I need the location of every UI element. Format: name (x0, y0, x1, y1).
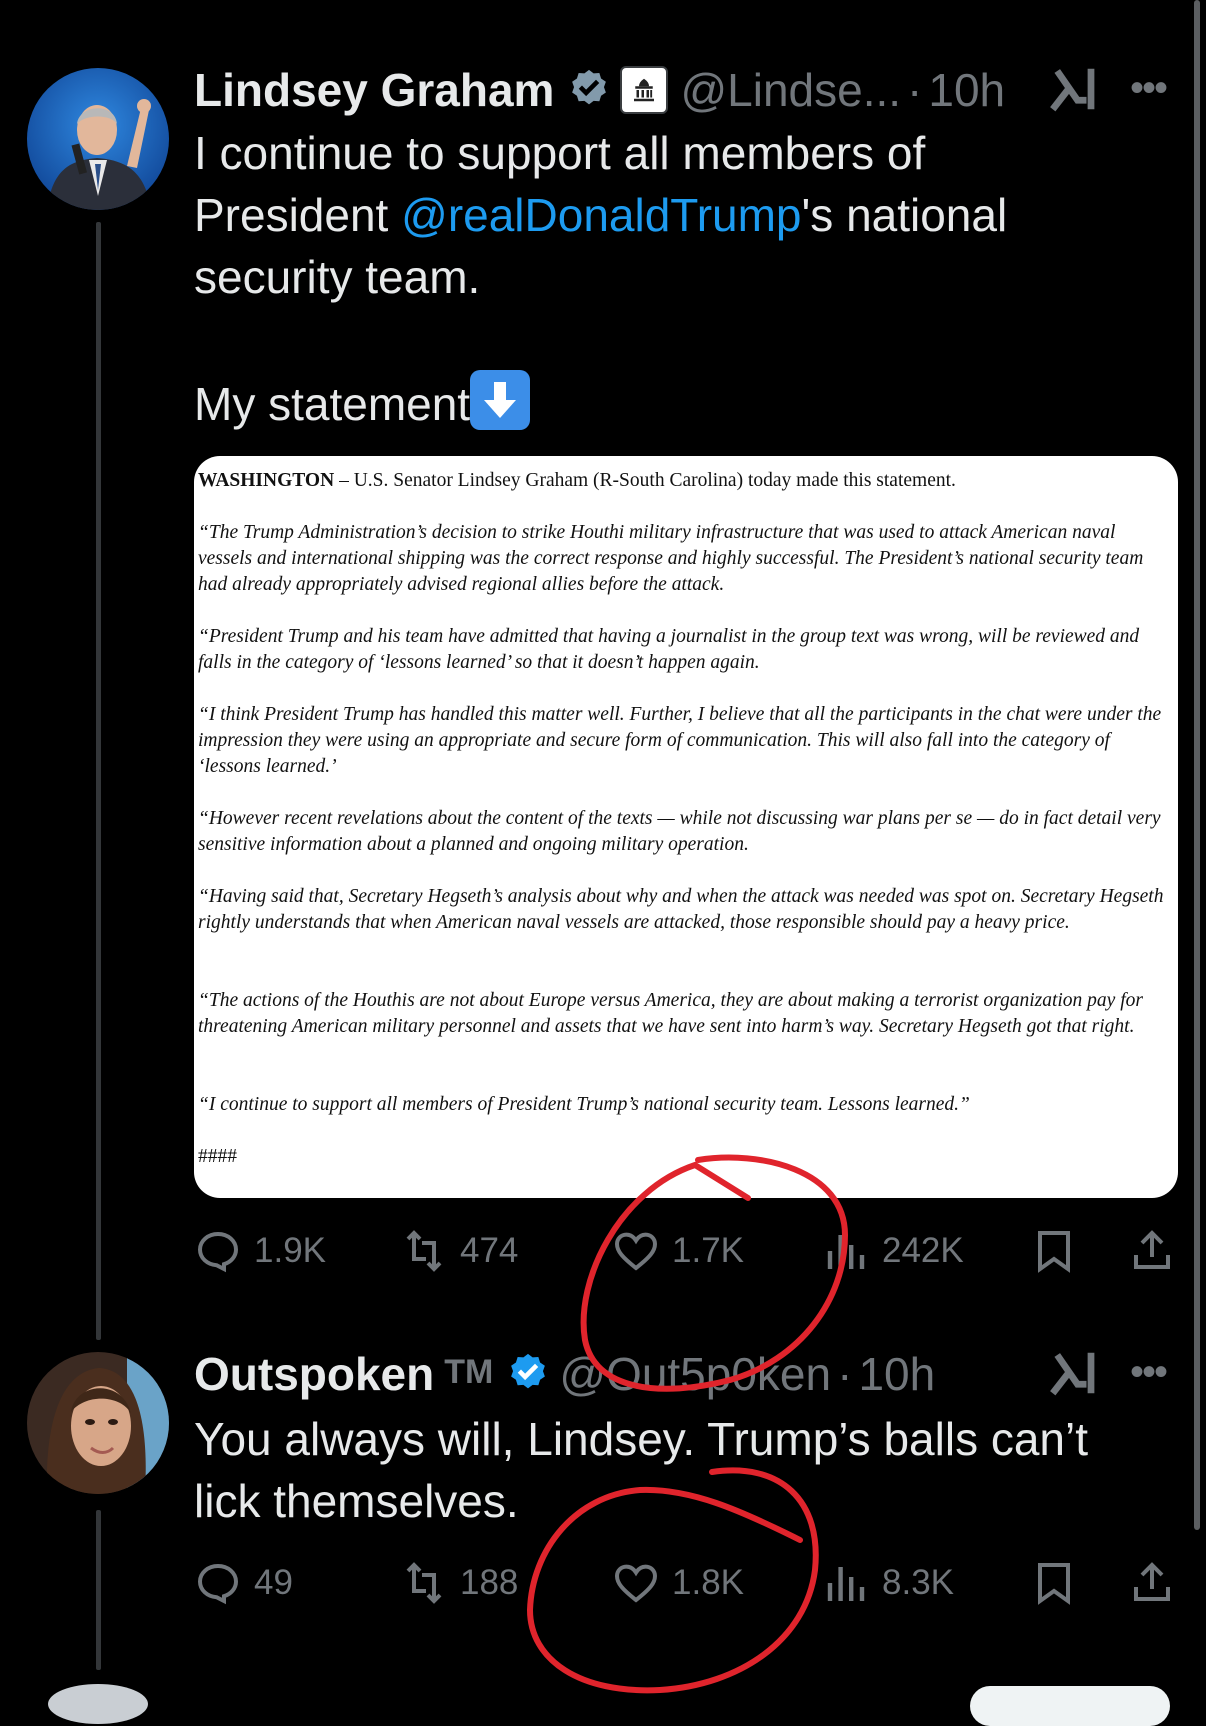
reply-count: 1.9K (254, 1231, 326, 1270)
views-button[interactable]: 242K (822, 1216, 964, 1286)
bookmark-icon (1038, 1231, 1070, 1273)
statement-image[interactable]: WASHINGTON – U.S. Senator Lindsey Graham… (194, 456, 1178, 1198)
doc-paragraph: “I think President Trump has handled thi… (198, 704, 1162, 777)
doc-lead-text: – U.S. Senator Lindsey Graham (R-South C… (334, 470, 956, 491)
doc-paragraph: “However recent revelations about the co… (198, 808, 1161, 855)
like-icon (614, 1564, 658, 1603)
text-fragment: My statement (194, 378, 471, 430)
tweet-text-line: President @realDonaldTrump's national (194, 184, 1007, 246)
verified-badge-icon[interactable] (505, 1351, 551, 1397)
share-icon (1134, 1230, 1170, 1269)
repost-icon (406, 1562, 442, 1604)
bookmark-icon (1038, 1563, 1070, 1605)
doc-paragraph: “The Trump Administration’s decision to … (198, 522, 1144, 595)
doc-lead: WASHINGTON – U.S. Senator Lindsey Graham… (198, 468, 1174, 494)
repost-icon (406, 1230, 442, 1272)
more-icon[interactable]: ••• (1130, 66, 1168, 111)
doc-paragraph: “President Trump and his team have admit… (198, 626, 1140, 673)
thread-line (96, 1510, 101, 1670)
tweet-actions: 1.9K 474 1.7K 242K (194, 1216, 1170, 1286)
tweet-actions: 49 188 1.8K 8.3K (194, 1548, 1170, 1618)
verified-badge-icon[interactable] (566, 67, 612, 113)
doc-end-mark: #### (198, 1146, 237, 1167)
repost-count: 474 (460, 1231, 519, 1270)
author-handle[interactable]: @Out5p0ken (559, 1347, 831, 1401)
views-button[interactable]: 8.3K (822, 1548, 954, 1618)
grok-icon[interactable] (1046, 62, 1100, 116)
avatar[interactable] (27, 1352, 169, 1494)
tweet-text-line: lick themselves. (194, 1475, 519, 1527)
bookmark-button[interactable] (1030, 1216, 1090, 1286)
share-icon (1134, 1562, 1170, 1601)
doc-paragraph: “Having said that, Secretary Hegseth’s a… (198, 886, 1164, 933)
reply-icon (197, 1563, 239, 1605)
author-name[interactable]: Lindsey Graham (194, 63, 554, 117)
timestamp[interactable]: 10h (858, 1347, 935, 1401)
doc-paragraph: “The actions of the Houthis are not abou… (198, 990, 1143, 1037)
separator-dot: · (907, 64, 923, 116)
reply-button[interactable]: 49 (194, 1548, 293, 1618)
tweet-text-line: I continue to support all members of (194, 127, 926, 179)
mention-link[interactable]: @realDonaldTrump (401, 189, 801, 241)
government-building-icon[interactable] (620, 66, 669, 114)
text-fragment: 's national (801, 189, 1008, 241)
bookmark-button[interactable] (1030, 1548, 1090, 1618)
tweet-text-line: My statement (194, 370, 1007, 435)
views-count: 242K (882, 1231, 964, 1270)
share-button[interactable] (1128, 1216, 1188, 1286)
repost-button[interactable]: 188 (400, 1548, 518, 1618)
tweet-text-line: security team. (194, 251, 481, 303)
doc-dateline: WASHINGTON (198, 470, 335, 491)
repost-count: 188 (460, 1563, 519, 1602)
repost-button[interactable]: 474 (400, 1216, 518, 1286)
reply-button[interactable]: 1.9K (194, 1216, 326, 1286)
tweet-text-line: You always will, Lindsey. Trump’s balls … (194, 1413, 1089, 1465)
views-count: 8.3K (882, 1563, 954, 1602)
views-icon (827, 1567, 865, 1601)
tweet-header: Lindsey Graham @Lindse... · 10h (194, 60, 1005, 120)
like-button[interactable]: 1.7K (612, 1216, 744, 1286)
text-fragment: President (194, 189, 402, 241)
reply-count: 49 (254, 1563, 293, 1602)
views-icon (827, 1235, 865, 1269)
tweet-text: I continue to support all members of Pre… (194, 122, 1007, 435)
thread-line (96, 222, 101, 1340)
like-button[interactable]: 1.8K (612, 1548, 744, 1618)
next-button[interactable] (970, 1686, 1170, 1726)
doc-paragraph: “I continue to support all members of Pr… (198, 1094, 970, 1115)
separator-dot: · (837, 1348, 853, 1400)
like-count: 1.7K (672, 1231, 744, 1270)
author-name[interactable]: Outspoken (194, 1347, 434, 1401)
like-icon (614, 1232, 658, 1271)
tweet-header: Outspoken TM @Out5p0ken · 10h (194, 1344, 935, 1404)
reply-icon (197, 1231, 239, 1273)
next-avatar[interactable] (48, 1684, 148, 1724)
author-handle[interactable]: @Lindse... (680, 63, 901, 117)
trademark-label: TM (444, 1352, 494, 1391)
tweet-text: You always will, Lindsey. Trump’s balls … (194, 1408, 1088, 1532)
avatar[interactable] (27, 68, 169, 210)
down-arrow-emoji (470, 370, 531, 430)
share-button[interactable] (1128, 1548, 1188, 1618)
scrollbar[interactable] (1194, 0, 1200, 1530)
timestamp[interactable]: 10h (928, 63, 1005, 117)
grok-icon[interactable] (1046, 1346, 1100, 1400)
like-count: 1.8K (672, 1563, 744, 1602)
more-icon[interactable]: ••• (1130, 1350, 1168, 1395)
